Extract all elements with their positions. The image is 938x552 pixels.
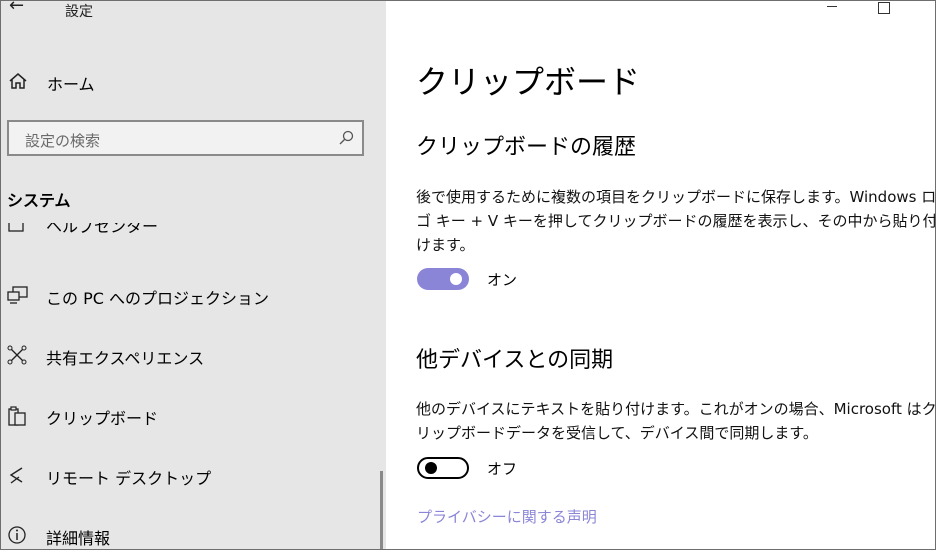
settings-window: ← 設定 ホーム 設定の検索 システム ヘルプセンター この PC へのプロジェ… <box>0 0 936 550</box>
nav-item-label: クリップボード <box>46 409 159 428</box>
toggle-knob <box>450 273 462 285</box>
clipboard-icon <box>7 405 27 431</box>
toggle-knob <box>425 462 437 474</box>
home-icon <box>8 71 28 95</box>
nav-item-label: 詳細情報 <box>46 529 111 548</box>
nav-item-projection[interactable]: この PC へのプロジェクション <box>1 275 386 315</box>
section-label: システム <box>7 191 71 210</box>
search-box[interactable]: 設定の検索 <box>7 120 364 156</box>
history-heading: クリップボードの履歴 <box>416 135 637 160</box>
projection-icon <box>7 285 29 309</box>
sidebar: ← 設定 ホーム 設定の検索 システム ヘルプセンター この PC へのプロジェ… <box>1 1 386 549</box>
search-icon <box>338 130 354 150</box>
home-nav-item[interactable]: ホーム <box>1 63 386 99</box>
privacy-statement-link[interactable]: プライバシーに関する声明 <box>417 506 597 527</box>
sync-toggle-label: オフ <box>487 460 518 478</box>
help-icon <box>7 223 27 239</box>
nav-item-shared-experiences[interactable]: 共有エクスペリエンス <box>1 335 386 375</box>
nav-item-about[interactable]: 詳細情報 <box>1 515 386 549</box>
nav-item-label: リモート デスクトップ <box>46 469 212 488</box>
nav-item-clipboard[interactable]: クリップボード <box>1 395 386 435</box>
home-label: ホーム <box>47 75 95 94</box>
main-content: クリップボード クリップボードの履歴 後で使用するために複数の項目をクリップボー… <box>386 1 935 549</box>
minimize-icon[interactable] <box>827 6 837 7</box>
nav-item-remote-desktop[interactable]: リモート デスクトップ <box>1 455 386 495</box>
history-description: 後で使用するために複数の項目をクリップボードに保存します。Windows ロゴ … <box>416 188 936 254</box>
app-title: 設定 <box>65 4 93 20</box>
back-arrow-icon[interactable]: ← <box>9 1 24 16</box>
info-icon <box>7 525 27 549</box>
nav-item-partial[interactable]: ヘルプセンター <box>1 223 386 247</box>
sync-heading: 他デバイスとの同期 <box>416 348 614 373</box>
history-toggle[interactable] <box>417 268 469 290</box>
remote-desktop-icon <box>7 465 27 489</box>
nav-item-label: この PC へのプロジェクション <box>46 289 269 308</box>
history-toggle-label: オン <box>487 271 518 289</box>
maximize-icon[interactable] <box>878 2 890 14</box>
sync-toggle[interactable] <box>417 457 469 479</box>
shared-experiences-icon <box>7 345 27 369</box>
nav-item-label: 共有エクスペリエンス <box>46 349 205 368</box>
page-title: クリップボード <box>416 63 641 101</box>
sidebar-scrollbar[interactable] <box>380 471 383 549</box>
nav-item-partial-label: ヘルプセンター <box>46 223 159 236</box>
sync-description: 他のデバイスにテキストを貼り付けます。これがオンの場合、Microsoft はク… <box>416 400 936 442</box>
search-placeholder: 設定の検索 <box>25 132 101 150</box>
